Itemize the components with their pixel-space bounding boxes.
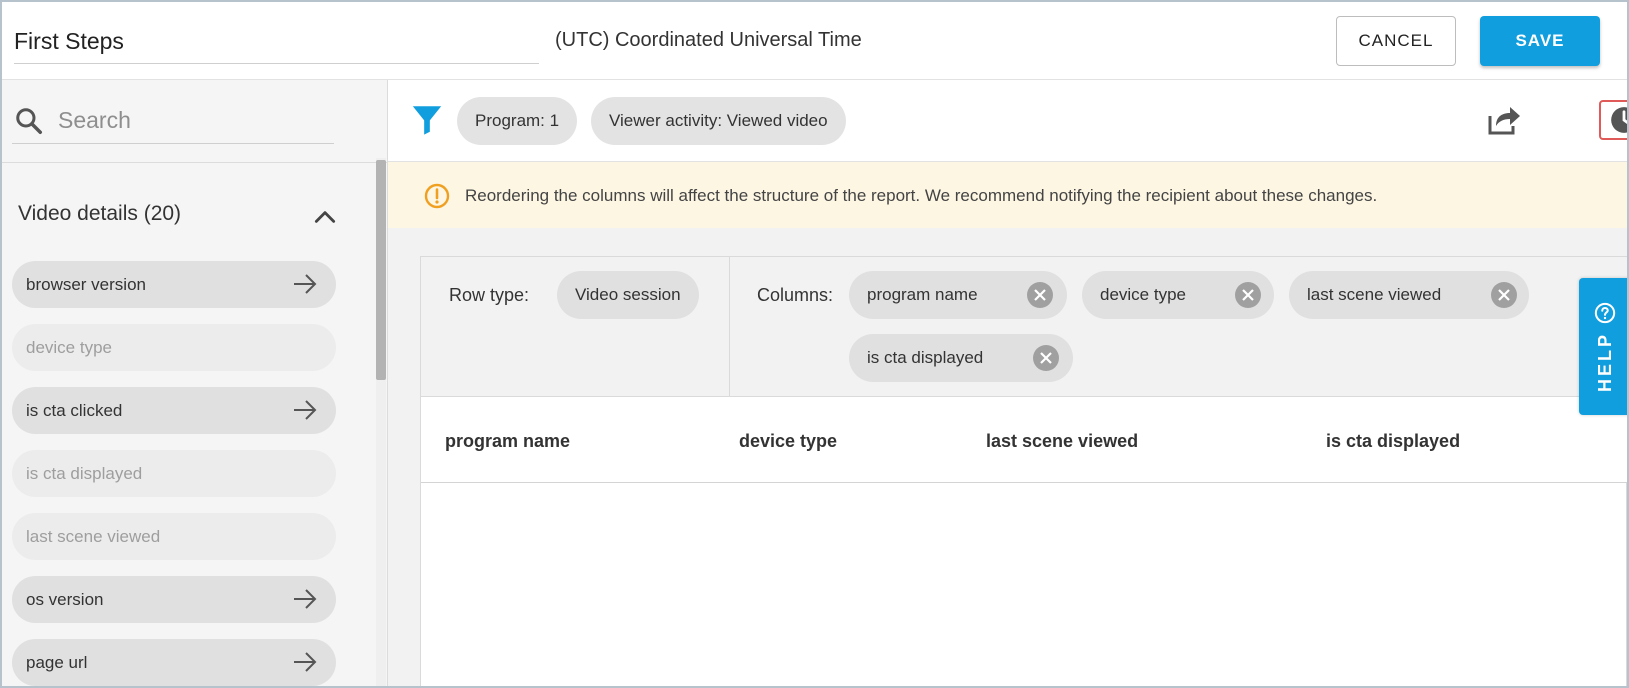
notice-text: Reordering the columns will affect the s… xyxy=(465,186,1378,205)
history-button[interactable] xyxy=(1599,100,1627,140)
column-pill-last-scene-viewed[interactable]: last scene viewed xyxy=(1289,271,1529,319)
filter-chip-program[interactable]: Program: 1 xyxy=(457,97,578,145)
filter-icon[interactable] xyxy=(410,102,444,136)
field-label: is cta displayed xyxy=(26,463,143,483)
cancel-button[interactable]: CANCEL xyxy=(1336,16,1456,66)
warning-icon xyxy=(424,183,450,209)
close-icon[interactable] xyxy=(1033,345,1059,371)
save-button[interactable]: SAVE xyxy=(1480,16,1600,66)
column-pill-label: last scene viewed xyxy=(1307,285,1442,304)
search-icon xyxy=(16,108,42,134)
field-item-browser-version[interactable]: browser version xyxy=(12,261,336,308)
share-icon[interactable] xyxy=(1486,104,1522,136)
arrow-right-icon[interactable] xyxy=(292,651,318,673)
search-box xyxy=(12,98,334,144)
report-config: Row type: Video session Columns: program… xyxy=(421,257,1627,397)
reorder-notice: Reordering the columns will affect the s… xyxy=(388,162,1627,228)
chevron-up-icon[interactable] xyxy=(312,204,338,230)
section-header-video-details[interactable]: Video details (20) xyxy=(18,198,348,234)
field-label: is cta clicked xyxy=(26,400,123,420)
report-preview: Row type: Video session Columns: program… xyxy=(420,256,1627,686)
close-icon[interactable] xyxy=(1235,282,1261,308)
help-label-wrap: HELP xyxy=(1594,301,1616,392)
field-label: page url xyxy=(26,652,88,672)
fields-sidebar: Video details (20) browser version devic… xyxy=(2,80,388,686)
column-header-is-cta-displayed[interactable]: is cta displayed xyxy=(1326,431,1460,452)
field-item-page-url[interactable]: page url xyxy=(12,639,336,686)
column-header-last-scene-viewed[interactable]: last scene viewed xyxy=(986,431,1138,452)
row-type-pill[interactable]: Video session xyxy=(557,271,699,319)
field-label: last scene viewed xyxy=(26,526,161,546)
column-pill-label: program name xyxy=(867,285,978,304)
timezone-label: (UTC) Coordinated Universal Time xyxy=(555,29,862,51)
row-type-label: Row type: xyxy=(449,285,530,305)
field-item-last-scene-viewed: last scene viewed xyxy=(12,513,336,560)
search-input[interactable] xyxy=(58,102,328,138)
close-icon[interactable] xyxy=(1491,282,1517,308)
column-header-device-type[interactable]: device type xyxy=(739,431,837,452)
column-pill-label: device type xyxy=(1100,285,1186,304)
scrollbar-thumb[interactable] xyxy=(376,160,386,380)
field-item-device-type: device type xyxy=(12,324,336,371)
field-label: device type xyxy=(26,337,112,357)
arrow-right-icon[interactable] xyxy=(292,399,318,421)
field-item-os-version[interactable]: os version xyxy=(12,576,336,623)
help-tab[interactable]: HELP xyxy=(1579,278,1627,415)
top-bar: (UTC) Coordinated Universal Time CANCEL … xyxy=(2,2,1627,80)
field-item-is-cta-clicked[interactable]: is cta clicked xyxy=(12,387,336,434)
table-header: program name device type last scene view… xyxy=(421,397,1627,483)
column-pill-is-cta-displayed[interactable]: is cta displayed xyxy=(849,334,1073,382)
field-list: browser version device type is cta click… xyxy=(12,261,336,686)
columns-label: Columns: xyxy=(757,285,834,305)
clock-icon xyxy=(1611,107,1627,133)
arrow-right-icon[interactable] xyxy=(292,588,318,610)
arrow-right-icon[interactable] xyxy=(292,273,318,295)
section-title: Video details (20) xyxy=(18,202,182,225)
main-panel: Program: 1 Viewer activity: Viewed video… xyxy=(388,80,1627,686)
filter-chip-viewer-activity[interactable]: Viewer activity: Viewed video xyxy=(591,97,846,145)
help-tab-content: HELP xyxy=(1579,278,1627,415)
help-label: HELP xyxy=(1594,331,1615,392)
column-header-program-name[interactable]: program name xyxy=(445,431,570,452)
field-label: browser version xyxy=(26,274,146,294)
column-pill-program-name[interactable]: program name xyxy=(849,271,1067,319)
filter-bar: Program: 1 Viewer activity: Viewed video xyxy=(388,80,1627,162)
help-icon xyxy=(1594,302,1616,323)
divider xyxy=(2,162,387,163)
column-pill-device-type[interactable]: device type xyxy=(1082,271,1274,319)
sidebar-scrollbar[interactable] xyxy=(376,158,386,686)
app-window: (UTC) Coordinated Universal Time CANCEL … xyxy=(0,0,1629,688)
close-icon[interactable] xyxy=(1027,282,1053,308)
report-name-input[interactable] xyxy=(14,20,539,64)
field-item-is-cta-displayed: is cta displayed xyxy=(12,450,336,497)
divider xyxy=(729,257,730,397)
field-label: os version xyxy=(26,589,104,609)
column-pill-label: is cta displayed xyxy=(867,348,984,367)
